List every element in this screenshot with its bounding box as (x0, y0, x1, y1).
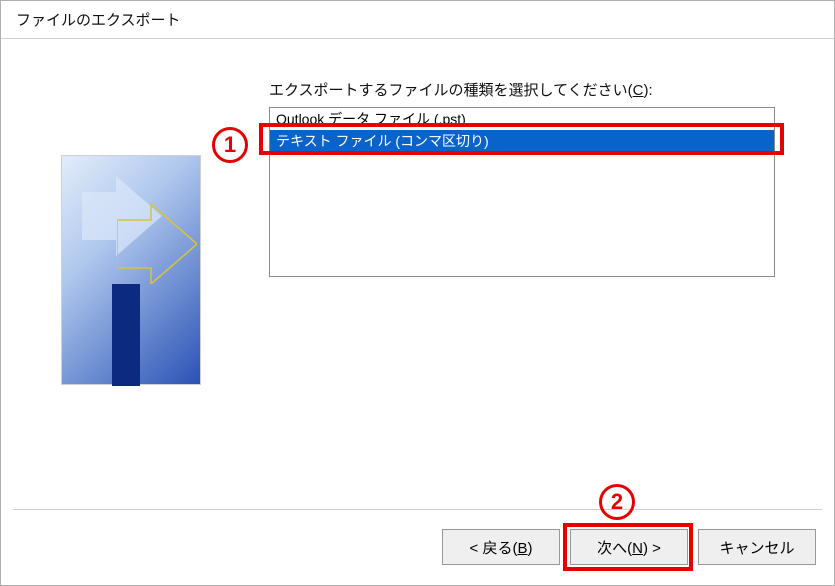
export-wizard-window: ファイルのエクスポート エクスポートするファイルの種類を選択してください(C):… (0, 0, 835, 586)
next-button[interactable]: 次へ(N) > (570, 529, 688, 565)
arrow-outline-icon (117, 204, 197, 284)
footer-separator (13, 509, 822, 510)
list-item-csv[interactable]: テキスト ファイル (コンマ区切り) (270, 130, 774, 152)
content-area: エクスポートするファイルの種類を選択してください(C): Outlook データ… (1, 39, 834, 585)
bar-graphic (112, 284, 140, 386)
window-title: ファイルのエクスポート (16, 9, 181, 30)
button-row: < 戻る(B) 次へ(N) > キャンセル (442, 529, 816, 565)
annotation-marker-1: 1 (212, 127, 248, 163)
back-button[interactable]: < 戻る(B) (442, 529, 560, 565)
instruction-hotkey: C (633, 82, 644, 99)
wizard-side-graphic (61, 155, 201, 385)
list-item-outlook-pst[interactable]: Outlook データ ファイル (.pst) (270, 108, 774, 130)
cancel-button[interactable]: キャンセル (698, 529, 816, 565)
instruction-label: エクスポートするファイルの種類を選択してください(C): (269, 79, 653, 100)
instruction-pre: エクスポートするファイルの種類を選択してください( (269, 82, 633, 99)
file-type-listbox[interactable]: Outlook データ ファイル (.pst) テキスト ファイル (コンマ区切… (269, 107, 775, 277)
annotation-marker-2: 2 (599, 484, 635, 520)
instruction-post: ): (644, 82, 653, 99)
title-bar: ファイルのエクスポート (1, 1, 834, 39)
